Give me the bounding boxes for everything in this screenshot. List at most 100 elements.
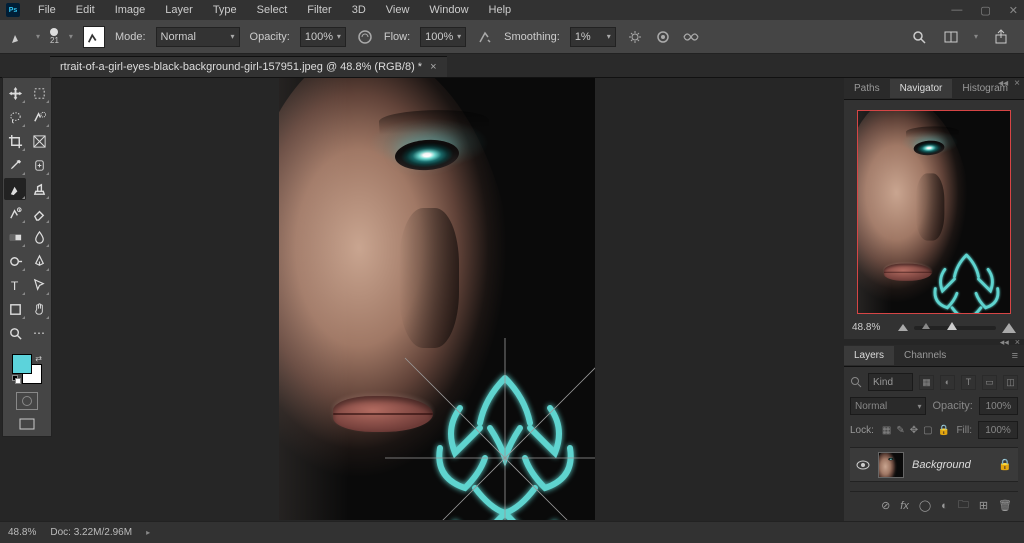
filter-adjust-icon[interactable]: ◐ [940,375,955,390]
layer-kind-filter[interactable]: Kind [868,373,913,391]
layer-thumbnail[interactable] [878,452,904,478]
eyedropper-tool[interactable] [4,154,26,176]
lock-all-icon[interactable]: 🔒 [938,425,950,436]
lasso-tool[interactable] [4,106,26,128]
chevron-down-icon[interactable]: ▾ [974,32,978,41]
tab-channels[interactable]: Channels [894,346,956,365]
brush-panel-toggle[interactable] [83,26,105,48]
tool-preset-picker[interactable] [10,29,26,45]
document-tab[interactable]: rtrait-of-a-girl-eyes-black-background-g… [50,56,447,77]
panel-menu-icon[interactable]: ≡ [1006,350,1024,362]
menu-file[interactable]: File [30,2,64,18]
type-tool[interactable]: T [4,274,26,296]
screen-mode-toggle[interactable] [16,416,38,432]
lock-artboard-icon[interactable]: ▢ [923,425,932,436]
filter-smart-icon[interactable]: ◫ [1003,375,1018,390]
filter-type-icon[interactable]: T [961,375,976,390]
layer-blend-mode-select[interactable]: Normal▾ [850,397,926,415]
filter-shape-icon[interactable]: ▭ [982,375,997,390]
layer-item[interactable]: Background 🔒 [850,448,1018,482]
layer-visibility-toggle[interactable] [856,460,870,470]
shape-tool[interactable] [4,298,26,320]
minimize-button[interactable]: — [951,4,962,17]
smoothing-input[interactable]: 1%▾ [570,27,616,47]
eraser-tool[interactable] [28,202,50,224]
brush-tool[interactable] [4,178,26,200]
menu-image[interactable]: Image [107,2,154,18]
tab-navigator[interactable]: Navigator [890,79,953,98]
delete-layer-icon[interactable]: 🗑 [998,499,1012,512]
opacity-pressure-icon[interactable] [356,28,374,46]
blur-tool[interactable] [28,226,50,248]
status-zoom[interactable]: 48.8% [8,527,36,538]
panel-collapse-icons[interactable]: ◂◂× [998,78,1020,89]
arrange-documents-icon[interactable] [942,28,960,46]
path-select-tool[interactable] [28,274,50,296]
tab-paths[interactable]: Paths [844,79,890,98]
document-canvas[interactable] [279,78,595,520]
menu-select[interactable]: Select [249,2,296,18]
layer-name[interactable]: Background [912,459,990,471]
layer-style-icon[interactable]: fx [900,500,909,512]
menu-layer[interactable]: Layer [157,2,201,18]
status-doc-info[interactable]: Doc: 3.22M/2.96M [50,527,132,538]
brush-preset-picker[interactable]: 21 [50,28,59,45]
opacity-input[interactable]: 100%▾ [300,27,346,47]
flow-input[interactable]: 100%▾ [420,27,466,47]
edit-toolbar[interactable]: ⋯ [28,322,50,344]
frame-tool[interactable] [28,130,50,152]
pen-tool[interactable] [28,250,50,272]
zoom-tool[interactable] [4,322,26,344]
chevron-down-icon[interactable]: ▾ [36,32,40,41]
link-layers-icon[interactable]: ⊘ [881,499,890,512]
navigator-zoom-value[interactable]: 48.8% [852,322,892,333]
layer-opacity-input[interactable]: 100% [979,397,1018,415]
crop-tool[interactable] [4,130,26,152]
healing-brush-tool[interactable] [28,154,50,176]
quick-mask-toggle[interactable] [16,392,38,410]
menu-help[interactable]: Help [481,2,520,18]
default-colors-icon[interactable] [12,375,21,384]
menu-filter[interactable]: Filter [299,2,339,18]
layer-group-icon[interactable]: 🗀 [958,496,969,515]
menu-type[interactable]: Type [205,2,245,18]
clone-stamp-tool[interactable] [28,178,50,200]
lock-position-icon[interactable]: ✥ [910,425,918,436]
tab-layers[interactable]: Layers [844,346,894,365]
foreground-color[interactable] [12,354,32,374]
symmetry-icon[interactable] [682,28,700,46]
lock-transparent-icon[interactable]: ▦ [882,425,891,436]
history-brush-tool[interactable] [4,202,26,224]
menu-3d[interactable]: 3D [344,2,374,18]
blend-mode-select[interactable]: Normal▾ [156,27,240,47]
move-tool[interactable] [4,82,26,104]
menu-view[interactable]: View [378,2,418,18]
lock-icon[interactable]: 🔒 [998,458,1012,471]
filter-pixel-icon[interactable]: ▦ [919,375,934,390]
close-button[interactable]: ✕ [1009,4,1018,17]
navigator-zoom-slider[interactable] [914,326,996,330]
layer-mask-icon[interactable]: ◯ [919,499,931,512]
close-tab-icon[interactable]: × [430,61,436,73]
dodge-tool[interactable] [4,250,26,272]
airbrush-icon[interactable] [476,28,494,46]
adjustment-layer-icon[interactable]: ◐ [941,500,948,512]
maximize-button[interactable]: ▢ [980,4,990,17]
lock-pixels-icon[interactable]: ✎ [896,425,904,436]
status-info-caret[interactable]: ▸ [146,528,150,537]
menu-window[interactable]: Window [421,2,476,18]
color-swatches[interactable]: ⇄ [12,354,42,384]
panel-divider[interactable]: ◂◂× [844,339,1024,345]
navigator-thumbnail[interactable] [857,110,1011,314]
layer-fill-input[interactable]: 100% [978,421,1018,439]
zoom-out-icon[interactable] [898,324,908,331]
chevron-down-icon[interactable]: ▾ [69,32,73,41]
menu-edit[interactable]: Edit [68,2,103,18]
smoothing-gear-icon[interactable] [626,28,644,46]
artboard-tool[interactable] [28,82,50,104]
canvas-area[interactable] [0,78,844,521]
size-pressure-icon[interactable] [654,28,672,46]
zoom-in-icon[interactable] [1002,323,1016,333]
share-icon[interactable] [992,28,1010,46]
hand-tool[interactable] [28,298,50,320]
